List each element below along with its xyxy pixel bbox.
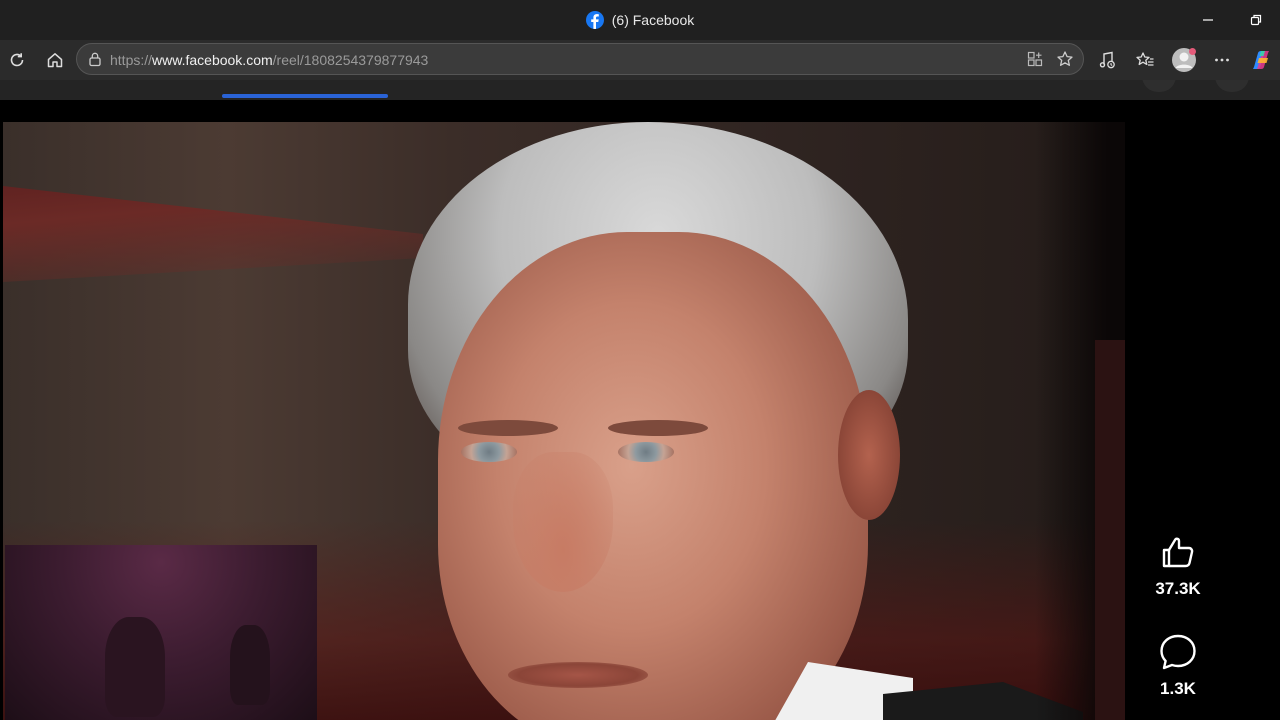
app-available-icon[interactable] [1023,47,1047,71]
comment-count: 1.3K [1160,679,1196,698]
comment-action[interactable]: 1.3K [1133,632,1223,699]
window-title-group: (6) Facebook [0,0,1280,40]
url-domain: www.facebook.com [152,52,273,68]
webcam-person [230,625,270,705]
favorite-star-icon[interactable] [1053,47,1077,71]
profile-button[interactable] [1168,44,1200,76]
background-flag [3,186,423,282]
profile-avatar-icon [1172,48,1196,72]
minimize-icon [1203,19,1213,21]
like-action[interactable]: 37.3K [1133,532,1223,599]
video-edge-panel [1095,340,1125,720]
comment-bubble-icon[interactable] [1158,632,1198,672]
refresh-button[interactable] [1,44,33,76]
minimize-button[interactable] [1184,0,1232,40]
header-button-edge[interactable] [1142,80,1176,92]
window-titlebar: (6) Facebook [0,0,1280,40]
person-mouth [508,662,648,688]
active-tab-indicator [222,94,388,98]
page-content: 37.3K 1.3K [0,80,1280,720]
favorites-icon [1136,52,1154,66]
more-button[interactable] [1206,44,1238,76]
person-eye [461,442,517,462]
copilot-icon [1253,51,1269,69]
lock-icon[interactable] [87,51,103,72]
person-nose [513,452,613,592]
person-face [438,232,868,720]
address-bar[interactable]: https://www.facebook.com/reel/1808254379… [76,43,1084,75]
webcam-overlay [5,545,317,720]
url-prefix: https:// [110,52,153,68]
like-thumbs-up-icon[interactable] [1158,532,1198,572]
like-count: 37.3K [1155,579,1201,598]
home-button[interactable] [39,44,71,76]
browser-toolbar: https://www.facebook.com/reel/1808254379… [0,40,1280,80]
webcam-person [105,617,165,717]
media-control-button[interactable] [1091,44,1123,76]
home-icon [47,53,63,68]
facebook-favicon-icon [585,11,604,29]
url-path: /reel/1808254379877943 [272,52,429,68]
url-text[interactable]: https://www.facebook.com/reel/1808254379… [110,52,428,68]
address-bar-actions [1023,47,1077,71]
more-icon [1215,58,1229,62]
person-brow [458,420,558,436]
person-eye [618,442,674,462]
header-button-edge[interactable] [1215,80,1249,92]
person-ear [838,390,900,520]
restore-button[interactable] [1232,0,1280,40]
restore-icon [1250,14,1262,26]
media-control-icon [1099,51,1115,69]
refresh-icon [10,53,24,67]
favorites-button[interactable] [1129,44,1161,76]
facebook-header-edge [0,80,1280,100]
window-controls [1184,0,1280,40]
copilot-button[interactable] [1245,44,1277,76]
window-title: (6) Facebook [611,12,695,28]
person-brow [608,420,708,436]
